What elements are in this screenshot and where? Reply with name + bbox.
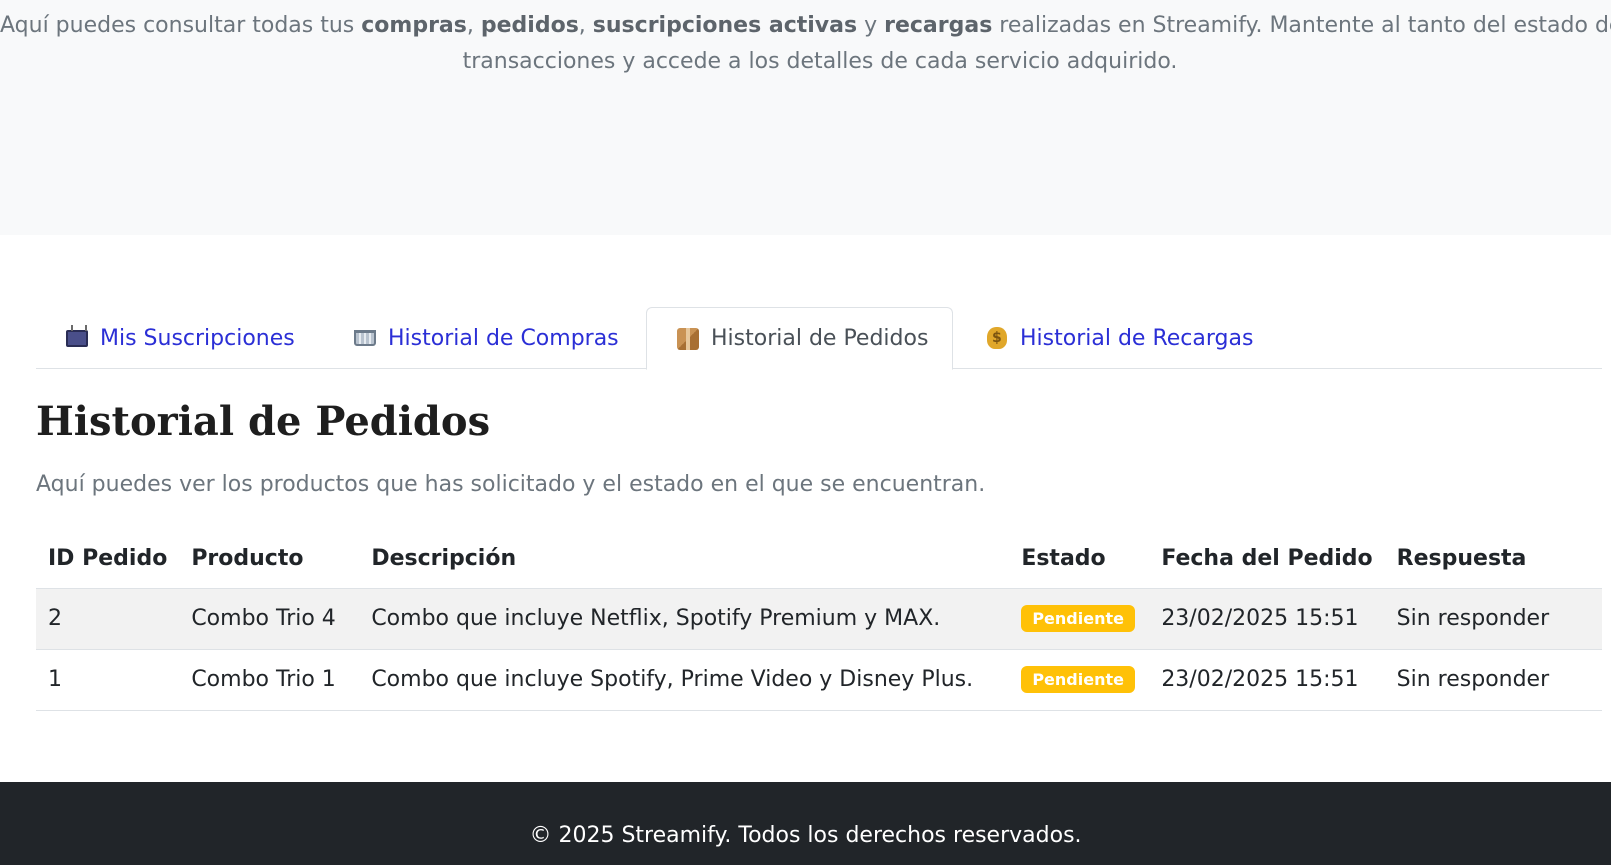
status-badge: Pendiente bbox=[1021, 605, 1135, 632]
shopping-cart-icon bbox=[352, 330, 378, 346]
status-badge: Pendiente bbox=[1021, 666, 1135, 693]
hero-line-1: Aquí puedes consultar todas tus compras,… bbox=[0, 13, 1611, 38]
package-icon bbox=[675, 327, 701, 350]
hero-keyword-pedidos: pedidos bbox=[480, 13, 579, 38]
hero-keyword-compras: compras bbox=[361, 13, 467, 38]
tab-label: Historial de Recargas bbox=[1020, 325, 1254, 351]
history-tabs: Mis Suscripciones Historial de Compras H… bbox=[36, 307, 1602, 370]
hero-section: Aquí puedes consultar todas tus compras,… bbox=[0, 0, 1611, 235]
table-header-row: ID Pedido Producto Descripción Estado Fe… bbox=[36, 530, 1602, 589]
page-footer: © 2025 Streamify. Todos los derechos res… bbox=[0, 782, 1611, 865]
tab-historial-recargas[interactable]: Historial de Recargas bbox=[984, 307, 1253, 369]
column-header-date: Fecha del Pedido bbox=[1149, 530, 1385, 589]
money-bag-icon bbox=[984, 327, 1010, 349]
tab-historial-pedidos[interactable]: Historial de Pedidos bbox=[646, 307, 954, 370]
section-subtitle: Aquí puedes ver los productos que has so… bbox=[36, 472, 986, 497]
column-header-status: Estado bbox=[1009, 530, 1150, 589]
order-status: Pendiente bbox=[1009, 588, 1150, 650]
column-header-response: Respuesta bbox=[1384, 530, 1602, 589]
order-id: 2 bbox=[36, 588, 180, 650]
tab-label: Mis Suscripciones bbox=[100, 325, 295, 351]
column-header-product: Producto bbox=[179, 530, 360, 589]
footer-copyright: © 2025 Streamify. Todos los derechos res… bbox=[529, 823, 1082, 848]
table-row: 2 Combo Trio 4 Combo que incluye Netflix… bbox=[36, 588, 1602, 650]
hero-line-2: transacciones y accede a los detalles de… bbox=[462, 49, 1178, 74]
tab-mis-suscripciones[interactable]: Mis Suscripciones bbox=[64, 307, 295, 369]
orders-table: ID Pedido Producto Descripción Estado Fe… bbox=[36, 530, 1602, 711]
table-row: 1 Combo Trio 1 Combo que incluye Spotify… bbox=[36, 649, 1602, 711]
hero-keyword-suscripciones: suscripciones activas bbox=[592, 13, 858, 38]
order-description: Combo que incluye Spotify, Prime Video y… bbox=[359, 649, 1010, 711]
tab-historial-compras[interactable]: Historial de Compras bbox=[352, 307, 619, 369]
order-response: Sin responder bbox=[1384, 649, 1602, 711]
tab-label: Historial de Compras bbox=[388, 325, 619, 351]
tab-label: Historial de Pedidos bbox=[711, 326, 929, 351]
hero-keyword-recargas: recargas bbox=[884, 13, 993, 38]
order-id: 1 bbox=[36, 649, 180, 711]
order-description: Combo que incluye Netflix, Spotify Premi… bbox=[359, 588, 1010, 650]
hero-description: Aquí puedes consultar todas tus compras,… bbox=[0, 8, 1611, 80]
order-date: 23/02/2025 15:51 bbox=[1149, 649, 1385, 711]
order-product: Combo Trio 4 bbox=[179, 588, 360, 650]
section-title: Historial de Pedidos bbox=[36, 398, 491, 445]
tv-icon bbox=[64, 329, 90, 347]
order-response: Sin responder bbox=[1384, 588, 1602, 650]
order-status: Pendiente bbox=[1009, 649, 1150, 711]
column-header-description: Descripción bbox=[359, 530, 1010, 589]
order-product: Combo Trio 1 bbox=[179, 649, 360, 711]
order-date: 23/02/2025 15:51 bbox=[1149, 588, 1385, 650]
column-header-id: ID Pedido bbox=[36, 530, 180, 589]
